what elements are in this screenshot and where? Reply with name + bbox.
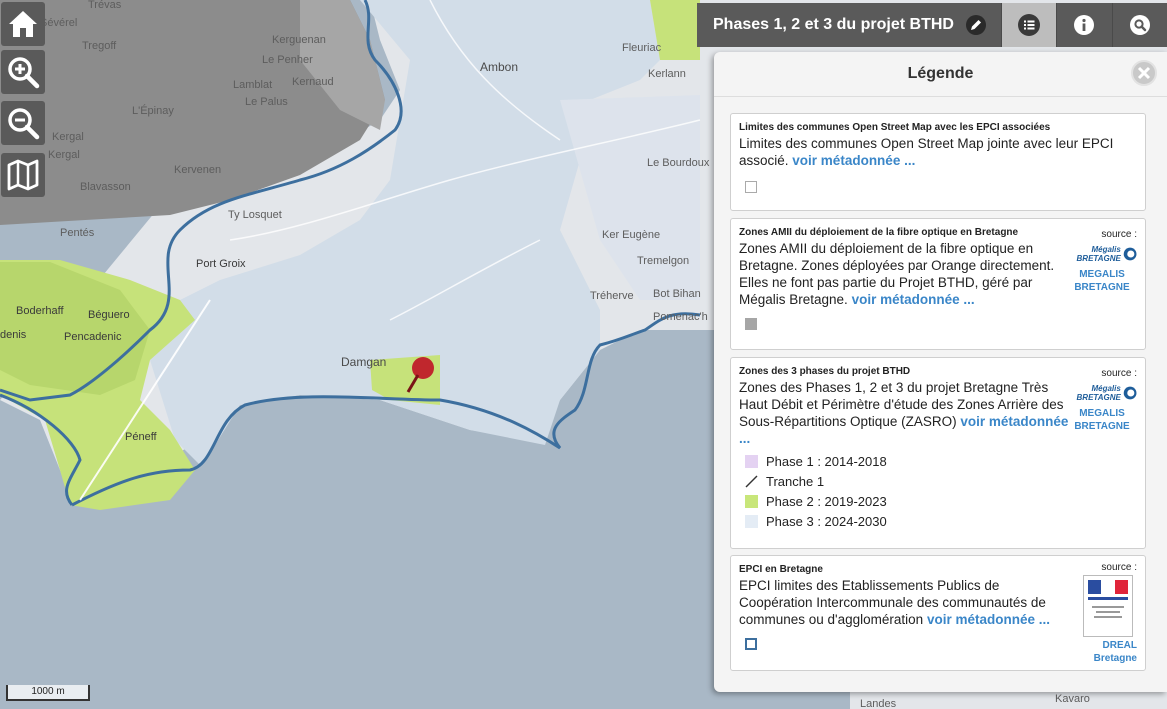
legend-layer-amii: Zones AMII du déploiement de la fibre op… <box>730 218 1146 350</box>
legend-item-phase-3: Phase 3 : 2024-2030 <box>745 513 1137 529</box>
layer-source: source : DREAL Bretagne <box>1067 562 1137 665</box>
top-toolbar: Phases 1, 2 et 3 du projet BTHD <box>697 3 1167 47</box>
source-name[interactable]: DREAL Bretagne <box>1093 639 1137 665</box>
base-map-button[interactable] <box>1 153 45 197</box>
search-button[interactable] <box>1111 3 1167 47</box>
place-label: L'Épinay <box>132 104 174 117</box>
place-label: Trévas <box>88 0 122 11</box>
layer-source: source : Mégalis BRETAGNE MEGALIS BRETAG… <box>1067 229 1137 294</box>
tranche-line-icon <box>745 475 758 487</box>
place-label: Le Palus <box>245 96 288 108</box>
layer-description: Limites des communes Open Street Map joi… <box>739 136 1114 168</box>
map-title: Phases 1, 2 et 3 du projet BTHD <box>713 16 954 33</box>
place-label: Kernaud <box>292 76 334 88</box>
metadata-link[interactable]: voir métadonnée ... <box>852 292 975 307</box>
legend-layer-communes: Limites des communes Open Street Map ave… <box>730 113 1146 211</box>
source-name[interactable]: MEGALIS BRETAGNE <box>1067 268 1137 294</box>
list-icon <box>1018 14 1041 36</box>
search-icon <box>1129 15 1150 35</box>
layer-description: Zones des Phases 1, 2 et 3 du projet Bre… <box>739 380 1069 446</box>
place-label: Sévérel <box>40 17 77 29</box>
phase-2-swatch <box>745 494 758 508</box>
megalis-logo: Mégalis BRETAGNE <box>1067 379 1137 407</box>
place-label: Boderhaff <box>16 305 64 317</box>
place-label: Blavasson <box>80 181 131 193</box>
legend-header: Légende <box>714 52 1167 97</box>
source-name[interactable]: MEGALIS BRETAGNE <box>1067 407 1137 433</box>
place-label: Tremelgon <box>637 255 689 267</box>
close-legend-button[interactable] <box>1131 60 1157 86</box>
legend-toggle-button[interactable] <box>1000 3 1057 47</box>
place-label: Kerguenan <box>272 34 326 46</box>
info-icon <box>1074 15 1095 35</box>
legend-item-phase-1: Phase 1 : 2014-2018 <box>745 453 1137 469</box>
close-icon <box>1137 66 1151 80</box>
layer-title: Limites des communes Open Street Map ave… <box>739 122 1051 133</box>
place-label: Landes <box>860 698 897 709</box>
place-label: Pomenac'h <box>653 311 708 323</box>
legend-panel: Légende Limites des communes Open Street… <box>714 52 1167 692</box>
zoom-out-icon <box>8 108 40 140</box>
phase-1-swatch <box>745 454 758 468</box>
info-button[interactable] <box>1056 3 1111 47</box>
zoom-in-button[interactable] <box>1 50 45 94</box>
layer-description: Zones AMII du déploiement de la fibre op… <box>739 241 1055 307</box>
layer-description: EPCI limites des Etablissements Publics … <box>739 578 1050 627</box>
legend-item-tranche-1: Tranche 1 <box>745 473 1137 489</box>
legend-layer-bthd-phases: Zones des 3 phases du projet BTHD Zones … <box>730 357 1146 549</box>
legend-items: Phase 1 : 2014-2018 Tranche 1 Phase 2 : … <box>739 453 1137 529</box>
megalis-logo: Mégalis BRETAGNE <box>1067 240 1137 268</box>
place-label: Tregoff <box>82 40 117 52</box>
zoom-in-icon <box>8 57 40 89</box>
prefecture-logo <box>1083 575 1133 637</box>
place-label: Kergal <box>48 149 80 161</box>
place-label: Le Bourdoux <box>647 157 710 169</box>
home-button[interactable] <box>1 2 45 46</box>
metadata-link[interactable]: voir métadonnée ... <box>927 612 1050 627</box>
source-label: source : <box>1101 562 1137 573</box>
place-label: Port Groix <box>196 258 246 270</box>
place-label: Fleuriac <box>622 42 662 54</box>
home-icon <box>9 11 37 37</box>
source-label: source : <box>1101 229 1137 240</box>
legend-item-phase-2: Phase 2 : 2019-2023 <box>745 493 1137 509</box>
layer-source: source : Mégalis BRETAGNE MEGALIS BRETAG… <box>1067 368 1137 433</box>
place-label: Pencadenic <box>64 331 122 343</box>
pencil-icon <box>966 15 987 35</box>
zoom-out-button[interactable] <box>1 101 45 145</box>
edit-title-button[interactable] <box>964 12 989 38</box>
place-label: Kerlann <box>648 68 686 80</box>
metadata-link[interactable]: voir métadonnée ... <box>792 153 915 168</box>
source-label: source : <box>1101 368 1137 379</box>
place-label: Damgan <box>341 355 386 369</box>
place-label: Kavaro <box>1055 693 1090 705</box>
place-label: Tréherve <box>590 290 634 302</box>
layer-symbol <box>745 318 757 330</box>
legend-title: Légende <box>907 65 974 82</box>
place-label: denis <box>0 329 27 341</box>
place-label: Kervenen <box>174 164 221 176</box>
place-label: Bot Bihan <box>653 288 701 300</box>
place-label: Pentés <box>60 227 95 239</box>
place-label: Ty Losquet <box>228 209 282 221</box>
legend-layer-epci: EPCI en Bretagne EPCI limites des Etabli… <box>730 555 1146 671</box>
scale-bar: 1000 m <box>6 685 90 701</box>
place-label: Péneff <box>125 431 158 443</box>
place-label: Béguero <box>88 309 130 321</box>
place-label: Lamblat <box>233 79 272 91</box>
layer-symbol <box>745 638 757 650</box>
place-label: Ker Eugène <box>602 229 660 241</box>
layer-symbol <box>745 181 757 193</box>
place-label: Le Penher <box>262 54 313 66</box>
place-label: Kergal <box>52 131 84 143</box>
map-icon <box>7 159 39 191</box>
phase-3-swatch <box>745 514 758 528</box>
place-label: Ambon <box>480 60 518 74</box>
